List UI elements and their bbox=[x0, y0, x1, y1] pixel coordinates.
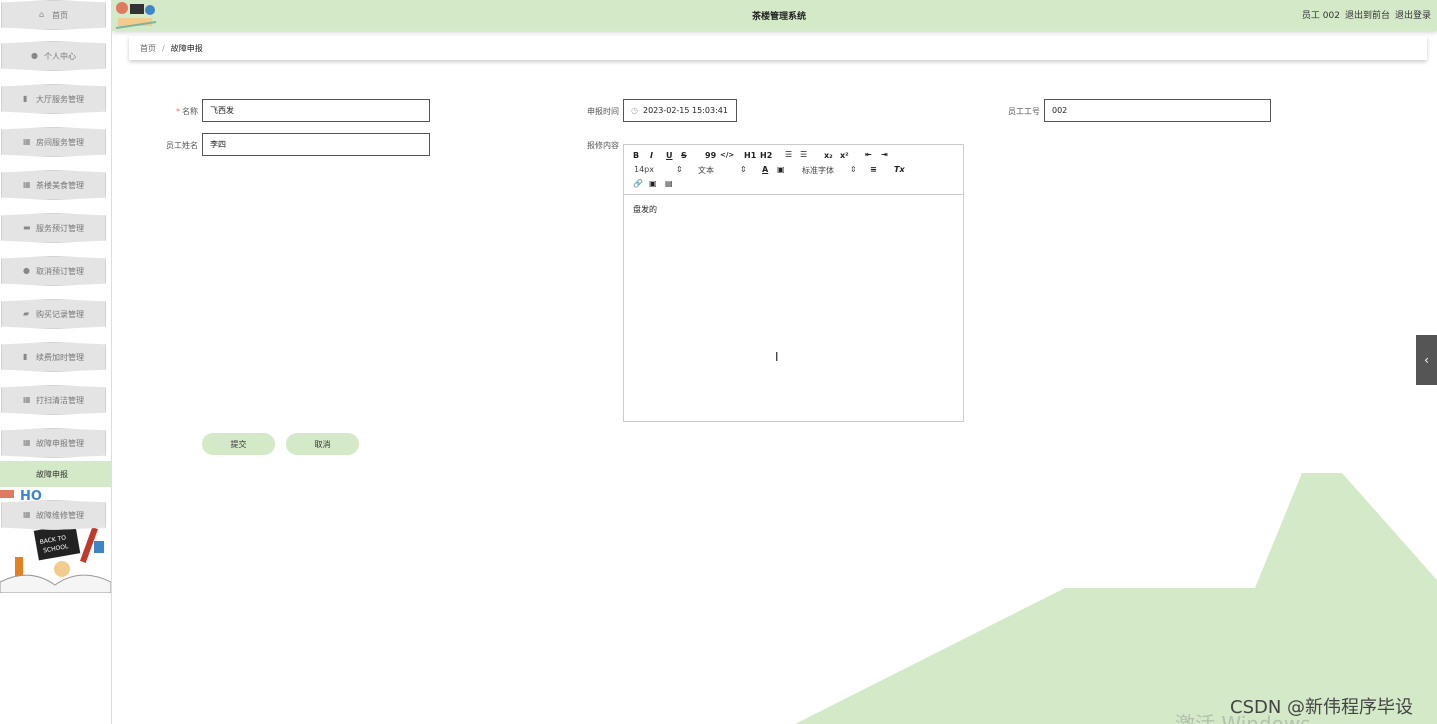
empno-field[interactable]: 002 bbox=[1044, 99, 1271, 122]
sidebar-item-label: 大厅服务管理 bbox=[36, 94, 84, 104]
rich-text-editor: B I U S 99 </> H1 H2 ☰ ☰ x₂ x² ⇤ ⇥ 14px … bbox=[623, 144, 964, 422]
user-icon: ● bbox=[23, 266, 30, 275]
csdn-watermark: CSDN @新伟程序毕设 bbox=[1230, 697, 1414, 718]
sidebar: ⌂ 首页 ● 个人中心 ▮ 大厅服务管理 ▦ 房间服务管理 ▦ 茶楼美食管理 ▬… bbox=[0, 0, 112, 724]
underline-button[interactable]: U bbox=[666, 151, 673, 160]
user-icon: ● bbox=[31, 51, 38, 60]
sidebar-item-home[interactable]: ⌂ 首页 bbox=[1, 0, 106, 30]
name-label-text: 名称 bbox=[182, 107, 198, 116]
sidebar-item-cleaning[interactable]: ▦ 打扫清洁管理 bbox=[1, 385, 106, 415]
grid-icon: ▦ bbox=[23, 180, 31, 189]
clipboard-icon: ▮ bbox=[23, 352, 28, 361]
clipboard-icon: ▮ bbox=[23, 94, 28, 103]
ordered-list-icon[interactable]: ☰ bbox=[785, 150, 792, 159]
indent-icon[interactable]: ⇥ bbox=[881, 150, 888, 159]
sidebar-item-label: 续费加时管理 bbox=[36, 352, 84, 362]
home-icon: ⌂ bbox=[39, 10, 45, 19]
monitor-icon: ▬ bbox=[23, 223, 31, 232]
sidebar-item-label: 购买记录管理 bbox=[36, 309, 84, 319]
breadcrumb-current: 故障申报 bbox=[170, 43, 203, 53]
subscript-button[interactable]: x₂ bbox=[824, 151, 833, 160]
sidebar-item-label: 取消预订管理 bbox=[36, 266, 84, 276]
grid-icon: ▦ bbox=[23, 395, 31, 404]
header-bar: 茶楼管理系统 员工 002 退出到前台 退出登录 bbox=[112, 0, 1437, 31]
breadcrumb: 首页 / 故障申报 bbox=[129, 36, 1427, 60]
chevron-updown-icon: ⇕ bbox=[676, 165, 683, 174]
name-field[interactable]: 飞西发 bbox=[202, 99, 430, 122]
sidebar-subitem-fault-report[interactable]: 故障申报 bbox=[0, 461, 112, 487]
chevron-updown-icon: ⇕ bbox=[740, 165, 747, 174]
name-label: * 名称 bbox=[150, 106, 198, 117]
clean-format-button[interactable]: Tx bbox=[894, 165, 905, 174]
clock-icon: ◷ bbox=[631, 106, 638, 115]
collapse-panel-button[interactable]: ‹ bbox=[1416, 335, 1437, 385]
sidebar-item-label: 故障维修管理 bbox=[36, 510, 84, 520]
app-title: 茶楼管理系统 bbox=[752, 12, 807, 22]
sidebar-item-room-service[interactable]: ▦ 房间服务管理 bbox=[1, 127, 106, 157]
logo-image bbox=[112, 0, 160, 31]
sidebar-item-label: 个人中心 bbox=[44, 51, 76, 61]
grid-icon: ▦ bbox=[23, 438, 31, 447]
chevron-left-icon: ‹ bbox=[1424, 353, 1429, 367]
sidebar-item-label: 茶楼美食管理 bbox=[36, 180, 84, 190]
breadcrumb-separator: / bbox=[162, 43, 165, 53]
align-icon[interactable]: ≡ bbox=[870, 165, 877, 174]
required-mark: * bbox=[176, 107, 180, 116]
sidebar-item-cancel-booking[interactable]: ● 取消预订管理 bbox=[1, 256, 106, 286]
outdent-icon[interactable]: ⇤ bbox=[865, 150, 872, 159]
sidebar-item-purchase[interactable]: ▰ 购买记录管理 bbox=[1, 299, 106, 329]
content-label: 报修内容 bbox=[587, 141, 619, 150]
cancel-button[interactable]: 取消 bbox=[286, 433, 359, 455]
time-value: 2023-02-15 15:03:41 bbox=[642, 106, 728, 115]
current-user: 员工 002 bbox=[1301, 11, 1340, 21]
quote-button[interactable]: 99 bbox=[705, 151, 716, 160]
paragraph-select[interactable]: 文本 bbox=[698, 165, 714, 176]
submit-button[interactable]: 提交 bbox=[202, 433, 275, 455]
h2-button[interactable]: H2 bbox=[760, 151, 772, 160]
editor-content[interactable]: 盘发的 bbox=[624, 195, 963, 224]
bold-button[interactable]: B bbox=[633, 151, 639, 160]
editor-toolbar: B I U S 99 </> H1 H2 ☰ ☰ x₂ x² ⇤ ⇥ 14px … bbox=[624, 145, 963, 195]
image-icon[interactable]: ▣ bbox=[649, 179, 657, 188]
time-field[interactable]: ◷ 2023-02-15 15:03:41 bbox=[623, 99, 737, 122]
back-to-front-link[interactable]: 退出到前台 bbox=[1345, 8, 1390, 21]
sidebar-item-fault-report[interactable]: ▦ 故障申报管理 bbox=[1, 428, 106, 458]
h1-button[interactable]: H1 bbox=[744, 151, 756, 160]
empname-label: 员工姓名 bbox=[166, 141, 198, 150]
grid-icon: ▦ bbox=[23, 137, 31, 146]
font-family-select[interactable]: 标准字体 bbox=[802, 165, 834, 176]
empname-field[interactable]: 李四 bbox=[202, 133, 430, 156]
empno-label: 员工工号 bbox=[1008, 107, 1040, 116]
superscript-button[interactable]: x² bbox=[840, 151, 849, 160]
background-color-icon[interactable]: ▣ bbox=[777, 165, 785, 174]
code-button[interactable]: </> bbox=[720, 151, 734, 159]
sidebar-item-label: 首页 bbox=[52, 10, 68, 20]
table-icon: ▦ bbox=[23, 510, 31, 519]
sidebar-item-label: 打扫清洁管理 bbox=[36, 395, 84, 405]
bullet-list-icon[interactable]: ☰ bbox=[800, 150, 807, 159]
header-user-area: 员工 002 退出到前台 退出登录 bbox=[1302, 8, 1431, 21]
time-label: 申报时间 bbox=[587, 107, 619, 116]
sidebar-item-label: 房间服务管理 bbox=[36, 137, 84, 147]
link-icon[interactable]: 🔗 bbox=[633, 179, 643, 188]
sidebar-item-label: 故障申报管理 bbox=[36, 438, 84, 448]
sidebar-item-fault-repair[interactable]: ▦ 故障维修管理 bbox=[1, 500, 106, 530]
sidebar-item-food[interactable]: ▦ 茶楼美食管理 bbox=[1, 170, 106, 200]
sidebar-item-booking[interactable]: ▬ 服务预订管理 bbox=[1, 213, 106, 243]
video-icon[interactable]: ▤ bbox=[665, 179, 673, 188]
text-cursor-icon: I bbox=[775, 350, 779, 364]
chat-icon: ▰ bbox=[23, 309, 30, 318]
breadcrumb-home[interactable]: 首页 bbox=[140, 43, 156, 54]
sidebar-item-profile[interactable]: ● 个人中心 bbox=[1, 41, 106, 71]
font-size-select[interactable]: 14px bbox=[634, 165, 654, 174]
sidebar-item-renew[interactable]: ▮ 续费加时管理 bbox=[1, 342, 106, 372]
chevron-updown-icon: ⇕ bbox=[850, 165, 857, 174]
italic-button[interactable]: I bbox=[650, 151, 653, 160]
sidebar-item-label: 服务预订管理 bbox=[36, 223, 84, 233]
logout-link[interactable]: 退出登录 bbox=[1395, 8, 1431, 21]
strike-button[interactable]: S bbox=[681, 151, 687, 160]
sidebar-item-hall-service[interactable]: ▮ 大厅服务管理 bbox=[1, 84, 106, 114]
font-color-icon[interactable]: A bbox=[762, 165, 768, 174]
